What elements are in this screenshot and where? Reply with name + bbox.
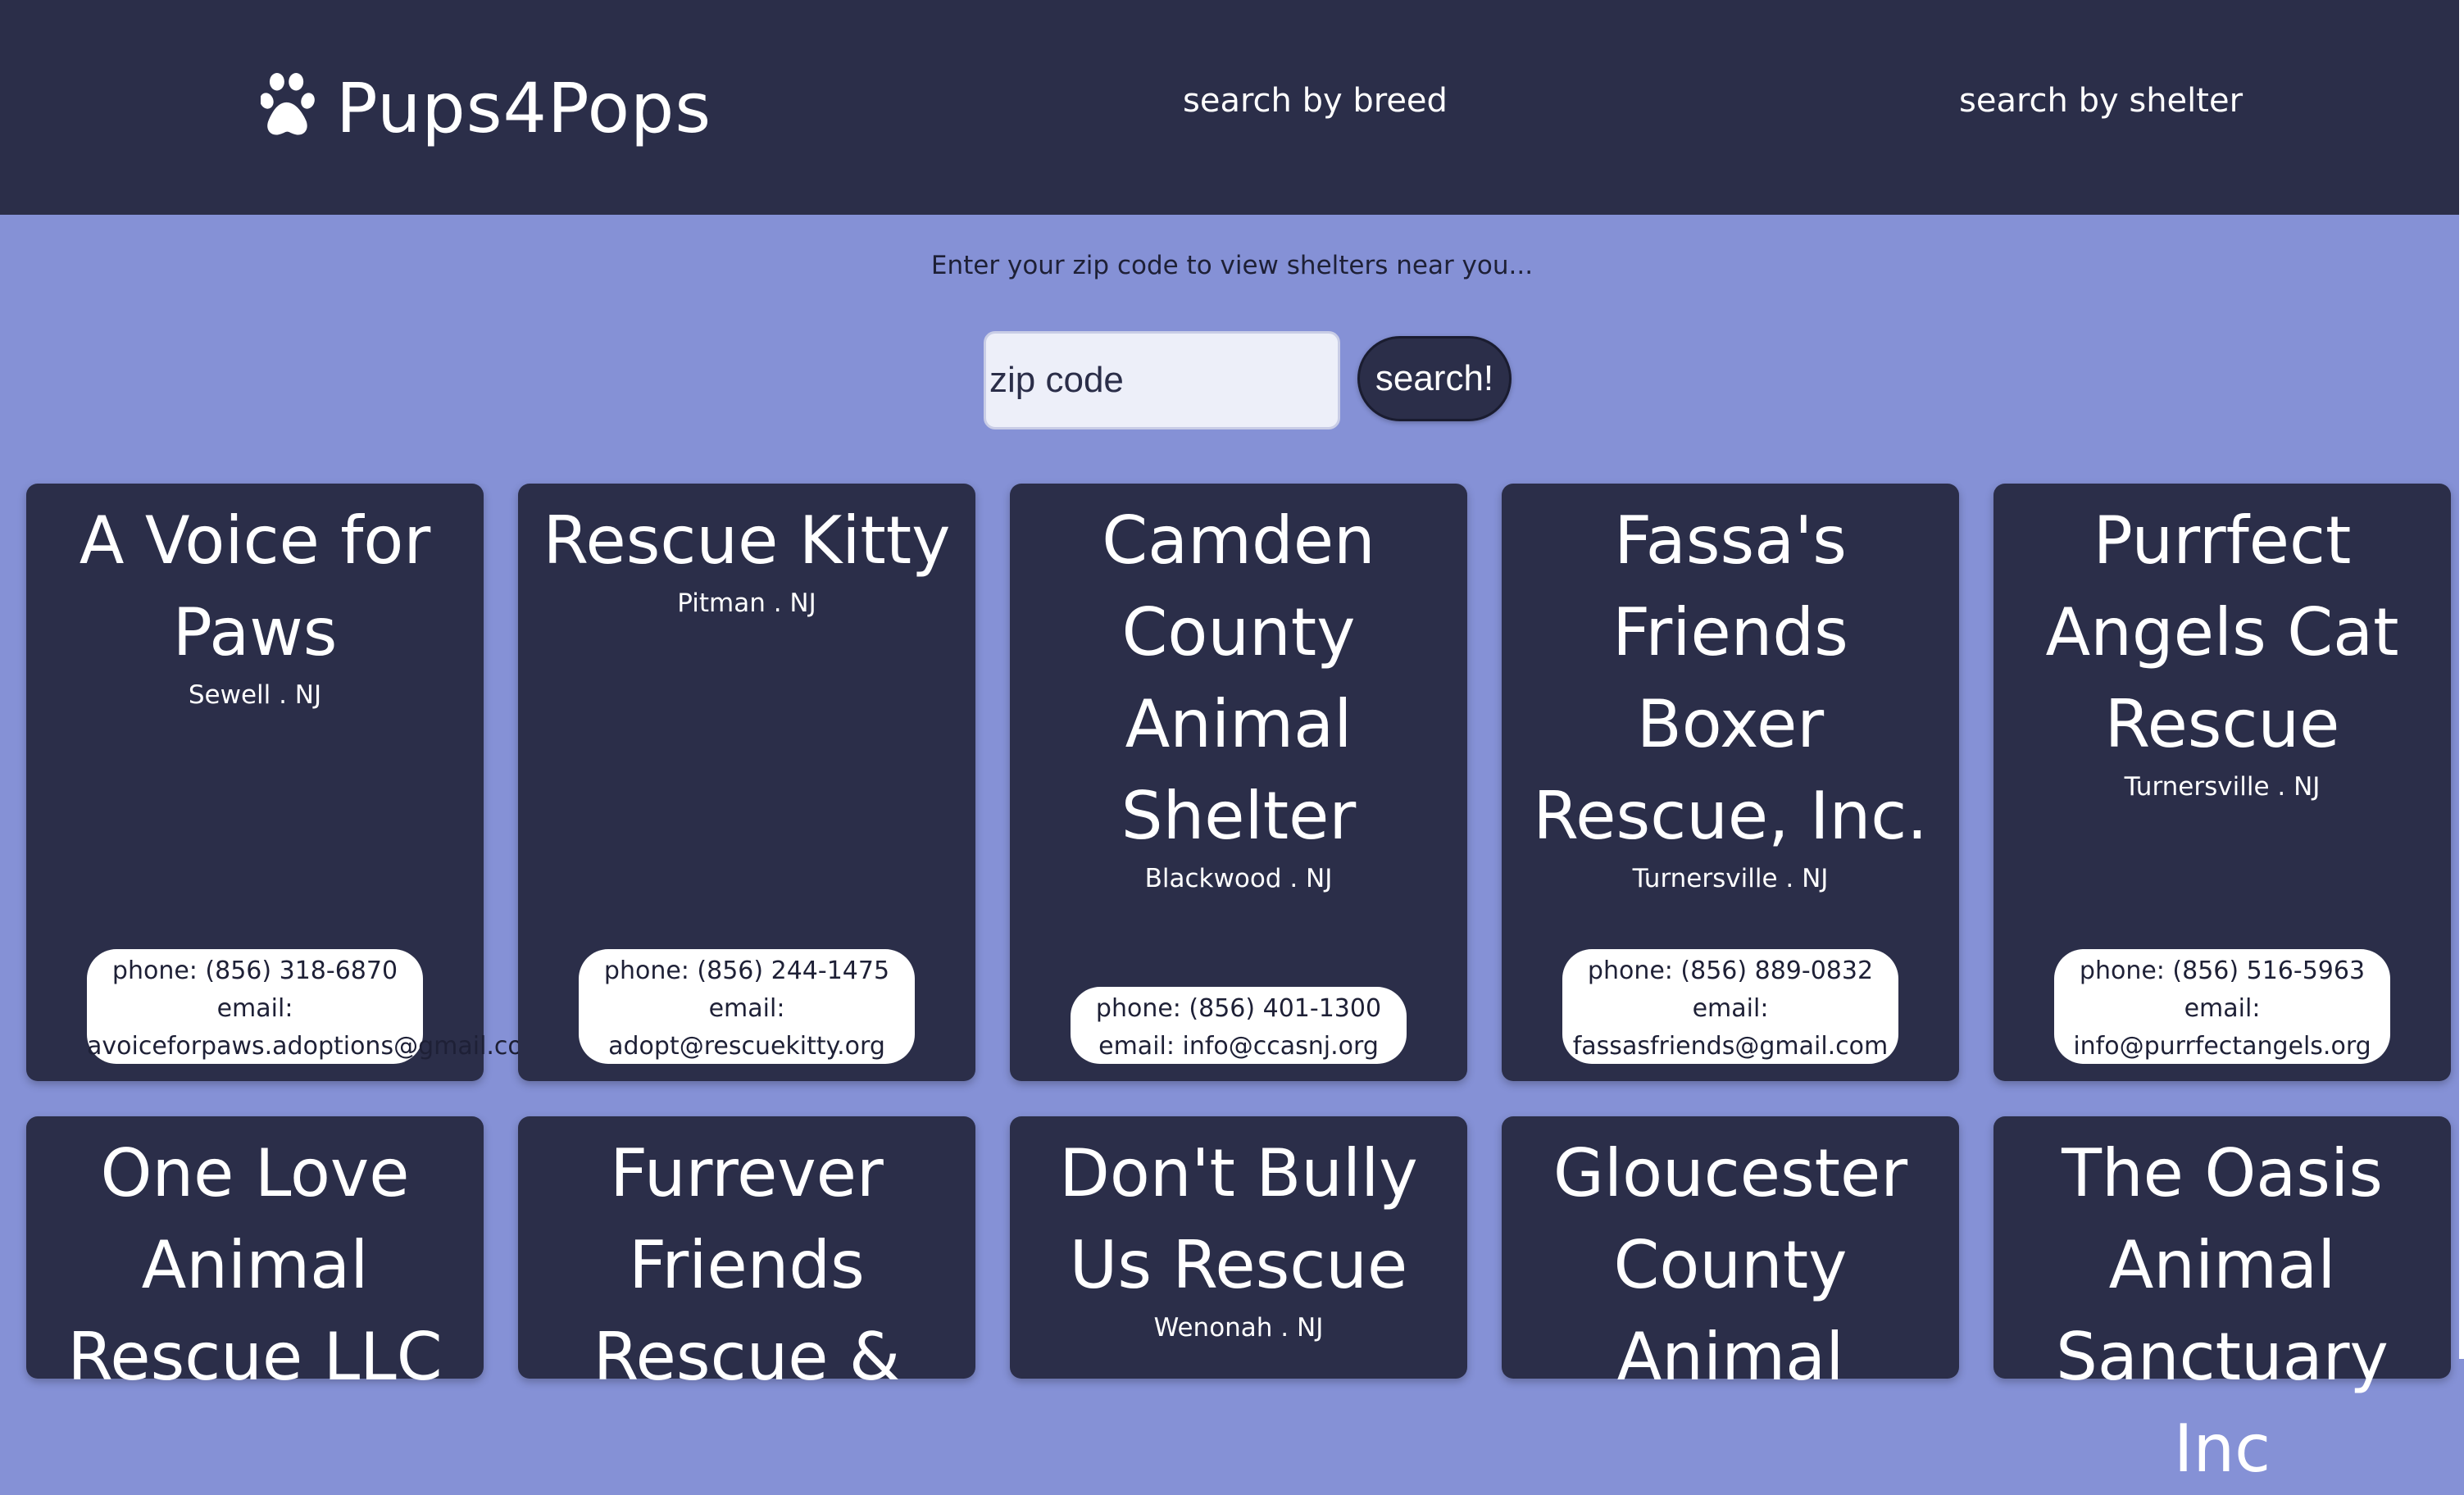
shelter-email-label: email: (708, 994, 785, 1023)
contact-info: phone: (856) 318-6870 email: avoiceforpa… (87, 949, 547, 1066)
shelter-name: Don't Bully Us Rescue (1059, 1135, 1418, 1303)
shelter-phone: phone: (856) 401-1300 (1095, 994, 1382, 1023)
shelter-card[interactable]: Camden County Animal Shelter Blackwood .… (1010, 484, 1467, 1081)
paw-icon (261, 73, 315, 135)
shelter-phone: phone: (856) 244-1475 (603, 957, 890, 985)
shelter-phone: phone: (856) 318-6870 (111, 957, 398, 985)
shelter-card[interactable]: Purrfect Angels Cat Rescue Turnersville … (1993, 484, 2451, 1081)
shelter-card[interactable]: The Oasis Animal Sanctuary Inc (1993, 1116, 2451, 1487)
shelter-name: Camden County Animal Shelter (1102, 502, 1375, 854)
shelter-email-label: email: (216, 994, 293, 1023)
shelter-email-label: email: (1692, 994, 1769, 1023)
shelter-card[interactable]: A Voice for Paws Sewell . NJ phone: (856… (26, 484, 547, 1081)
shelter-email[interactable]: avoiceforpaws.adoptions@gmail.com (87, 1028, 547, 1066)
shelter-name: Purrfect Angels Cat Rescue (2045, 502, 2399, 762)
nav-search-by-shelter-link[interactable]: search by shelter (1959, 82, 2243, 120)
shelter-email[interactable]: email: info@ccasnj.org (1071, 1028, 1407, 1066)
shelter-name: The Oasis Animal Sanctuary Inc (2056, 1135, 2389, 1487)
shelter-name: Rescue Kitty (543, 502, 951, 579)
shelter-location: Pitman . NJ (677, 588, 816, 618)
shelter-location: Sewell . NJ (188, 680, 322, 710)
logo-text: Pups4Pops (336, 68, 712, 148)
shelter-location: Blackwood . NJ (1144, 864, 1333, 893)
shelter-card[interactable]: Don't Bully Us Rescue Wenonah . NJ (1010, 1116, 1467, 1379)
logo[interactable]: Pups4Pops (261, 59, 711, 157)
nav-search-by-breed-link[interactable]: search by breed (1183, 82, 1448, 120)
zip-prompt-text: Enter your zip code to view shelters nea… (930, 251, 1534, 280)
shelter-card[interactable]: Furrever Friends Rescue & (518, 1116, 975, 1395)
zip-code-input[interactable] (984, 331, 1340, 429)
shelter-email[interactable]: info@purrfectangels.org (2054, 1028, 2390, 1066)
shelter-email-label: email: (2184, 994, 2261, 1023)
shelter-name: Furrever Friends Rescue & (593, 1135, 901, 1395)
search-button[interactable]: search! (1357, 336, 1512, 421)
shelter-name: A Voice for Paws (79, 502, 431, 670)
shelter-email[interactable]: fassasfriends@gmail.com (1562, 1028, 1898, 1066)
shelter-name: Gloucester County Animal (1553, 1135, 1908, 1395)
scrollbar[interactable] (2459, 0, 2464, 1359)
shelter-phone: phone: (856) 889-0832 (1587, 957, 1874, 985)
shelter-location: Turnersville . NJ (1632, 864, 1829, 893)
top-navbar: Pups4Pops search by breed search by shel… (0, 0, 2459, 215)
shelter-name: Fassa's Friends Boxer Rescue, Inc. (1533, 502, 1928, 854)
contact-info: phone: (856) 889-0832 email: fassasfrien… (1562, 949, 1898, 1064)
contact-info: phone: (856) 244-1475 email: adopt@rescu… (579, 949, 915, 1064)
shelter-card[interactable]: Gloucester County Animal (1502, 1116, 1959, 1395)
shelter-name: One Love Animal Rescue LLC (67, 1135, 443, 1395)
contact-info: phone: (856) 516-5963 email: info@purrfe… (2054, 949, 2390, 1064)
shelter-location: Wenonah . NJ (1153, 1313, 1324, 1343)
contact-info: phone: (856) 401-1300 email: info@ccasnj… (1071, 987, 1407, 1064)
shelter-card[interactable]: Fassa's Friends Boxer Rescue, Inc. Turne… (1502, 484, 1959, 1081)
shelter-card[interactable]: Rescue Kitty Pitman . NJ phone: (856) 24… (518, 484, 975, 1081)
shelter-email[interactable]: adopt@rescuekitty.org (579, 1028, 915, 1066)
shelter-card[interactable]: One Love Animal Rescue LLC (26, 1116, 484, 1395)
shelter-phone: phone: (856) 516-5963 (2079, 957, 2366, 985)
shelter-location: Turnersville . NJ (2124, 772, 2321, 802)
